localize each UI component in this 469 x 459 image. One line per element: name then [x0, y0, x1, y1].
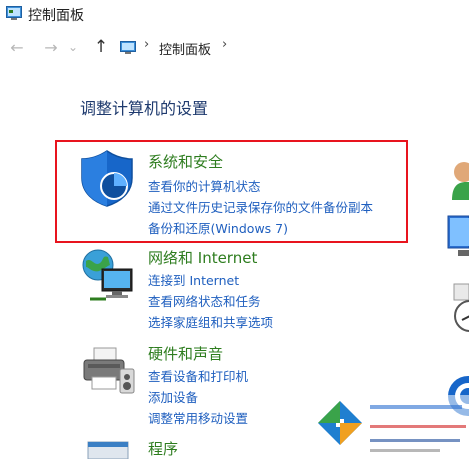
breadcrumb-expand-button[interactable]: › — [222, 37, 227, 52]
link-mobility-settings[interactable]: 调整常用移动设置 — [148, 408, 248, 427]
category-title-system-security[interactable]: 系统和安全 — [148, 151, 223, 172]
link-homegroup-sharing[interactable]: 选择家庭组和共享选项 — [148, 312, 273, 331]
watermark-logo — [310, 395, 469, 459]
category-title-network-internet[interactable]: 网络和 Internet — [148, 247, 257, 268]
window-title: 控制面板 — [28, 8, 84, 24]
control-panel-icon — [6, 6, 22, 20]
programs-icon[interactable] — [82, 438, 136, 459]
link-file-history-backup[interactable]: 通过文件历史记录保存你的文件备份副本 — [148, 197, 373, 216]
title-bar: 控制面板 — [0, 0, 469, 28]
up-button[interactable]: ↑ — [90, 36, 112, 58]
navigation-bar: ← → ⌄ ↑ › 控制面板 › — [0, 34, 469, 62]
clock-icon[interactable] — [446, 282, 469, 334]
printer-icon[interactable] — [80, 345, 138, 397]
recent-locations-button[interactable]: ⌄ — [66, 36, 80, 58]
link-devices-printers[interactable]: 查看设备和打印机 — [148, 366, 248, 385]
user-accounts-icon[interactable] — [446, 158, 469, 200]
category-title-programs[interactable]: 程序 — [148, 438, 178, 459]
network-icon[interactable] — [80, 247, 138, 305]
breadcrumb-control-panel[interactable]: 控制面板 — [159, 39, 211, 58]
breadcrumb-separator: › — [144, 37, 150, 52]
link-connect-internet[interactable]: 连接到 Internet — [148, 270, 239, 289]
category-title-hardware-sound[interactable]: 硬件和声音 — [148, 343, 223, 364]
back-button[interactable]: ← — [6, 36, 28, 58]
page-title: 调整计算机的设置 — [80, 99, 209, 118]
shield-icon[interactable] — [78, 148, 136, 208]
appearance-icon[interactable] — [446, 212, 469, 262]
forward-button[interactable]: → — [40, 36, 62, 58]
link-network-status[interactable]: 查看网络状态和任务 — [148, 291, 261, 310]
link-view-computer-status[interactable]: 查看你的计算机状态 — [148, 176, 261, 195]
link-add-device[interactable]: 添加设备 — [148, 387, 198, 406]
link-backup-restore[interactable]: 备份和还原(Windows 7) — [148, 218, 288, 237]
location-icon — [120, 41, 136, 54]
